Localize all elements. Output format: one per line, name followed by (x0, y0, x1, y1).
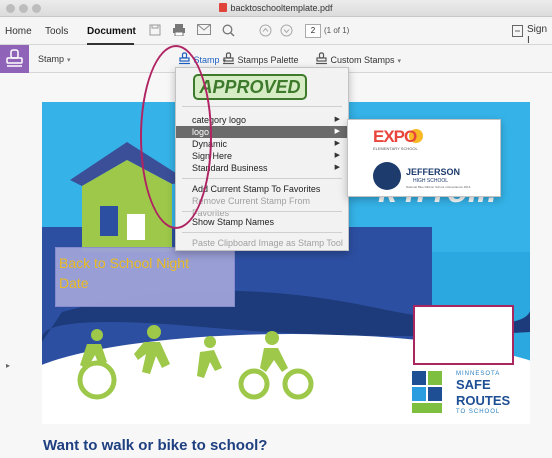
stamps-palette-icon (223, 52, 234, 65)
stamps-palette-button[interactable]: Stamps Palette (222, 52, 299, 65)
sign-icon[interactable] (510, 25, 524, 39)
previous-page-icon[interactable] (258, 24, 272, 38)
jaguar-icon (373, 162, 401, 190)
next-page-icon[interactable] (279, 24, 293, 38)
submenu-arrow-icon: ▶ (334, 164, 340, 171)
safe-routes-routes: ROUTES (456, 393, 511, 408)
annotation-ellipse (140, 45, 212, 229)
jefferson-logo-tagline: National Blue Ribbon School of Excellenc… (406, 185, 471, 189)
stamp-icon (6, 49, 23, 67)
custom-stamps-label: Custom Stamps (330, 55, 395, 65)
sign-button[interactable]: Sign I (527, 24, 552, 46)
main-toolbar: Home Tools Document 2 (1 of 1) Sign I (0, 17, 552, 46)
safe-routes-logo: MINNESOTA SAFE ROUTES TO SCHOOL (410, 369, 510, 419)
stamps-palette-label: Stamps Palette (237, 55, 299, 65)
page-number-input[interactable]: 2 (305, 24, 321, 38)
event-date: Date (59, 275, 89, 291)
save-icon[interactable] (148, 24, 162, 38)
pdf-icon (219, 3, 228, 12)
custom-stamps-icon (316, 52, 327, 65)
jefferson-logo-name: JEFFERSON (406, 167, 461, 177)
stamp-tool-indicator[interactable] (0, 45, 29, 73)
search-icon[interactable] (221, 24, 235, 38)
tab-home[interactable]: Home (5, 26, 32, 37)
menu-divider (182, 211, 342, 212)
window-title-text: backtoschooltemplate.pdf (230, 3, 333, 13)
menu-item-paste-clipboard: Paste Clipboard Image as Stamp Tool (192, 238, 343, 248)
expo-logo-text: EXPO (373, 127, 417, 146)
chevron-down-icon: ▾ (67, 57, 71, 64)
chevron-down-icon: ▾ (397, 58, 402, 65)
window-title: backtoschooltemplate.pdf (0, 3, 552, 13)
submenu-arrow-icon: ▶ (334, 128, 340, 135)
event-title: Back to School Night (59, 255, 189, 271)
stamp-dropdown-label: Stamp (38, 54, 65, 64)
menu-item-show-stamp-names[interactable]: Show Stamp Names (176, 216, 348, 228)
title-bar: backtoschooltemplate.pdf (0, 0, 552, 17)
print-icon[interactable] (172, 24, 186, 38)
custom-stamps-button[interactable]: Custom Stamps ▾ (315, 52, 401, 65)
expo-logo-subtitle: ELEMENTARY SCHOOL (373, 146, 418, 151)
tab-tools[interactable]: Tools (45, 26, 68, 37)
logo-placeholder-box[interactable] (413, 305, 514, 365)
mail-icon[interactable] (197, 24, 211, 38)
tab-document[interactable]: Document (87, 26, 136, 37)
safe-routes-to-school: TO SCHOOL (456, 409, 501, 415)
submenu-arrow-icon: ▶ (334, 152, 340, 159)
expo-logo-stamp[interactable]: EXPO ELEMENTARY SCHOOL (373, 127, 443, 151)
event-text-field[interactable]: Back to School Night Date (55, 247, 235, 307)
logo-submenu: EXPO ELEMENTARY SCHOOL JEFFERSON HIGH SC… (347, 119, 501, 197)
stamp-dropdown[interactable]: Stamp ▾ (38, 54, 71, 64)
jefferson-logo-stamp[interactable]: JEFFERSON HIGH SCHOOL National Blue Ribb… (373, 162, 483, 192)
page-count: (1 of 1) (324, 26, 350, 35)
jefferson-logo-subtitle: HIGH SCHOOL (413, 178, 449, 184)
menu-divider (182, 232, 342, 233)
approved-stamp-preview[interactable]: APPROVED (193, 74, 307, 100)
submenu-arrow-icon: ▶ (334, 116, 340, 123)
flyer-heading: Want to walk or bike to school? (43, 437, 268, 454)
submenu-arrow-icon: ▶ (334, 140, 340, 147)
safe-routes-safe: SAFE (456, 377, 491, 392)
expand-left-panel-icon[interactable]: ▸ (6, 361, 10, 370)
